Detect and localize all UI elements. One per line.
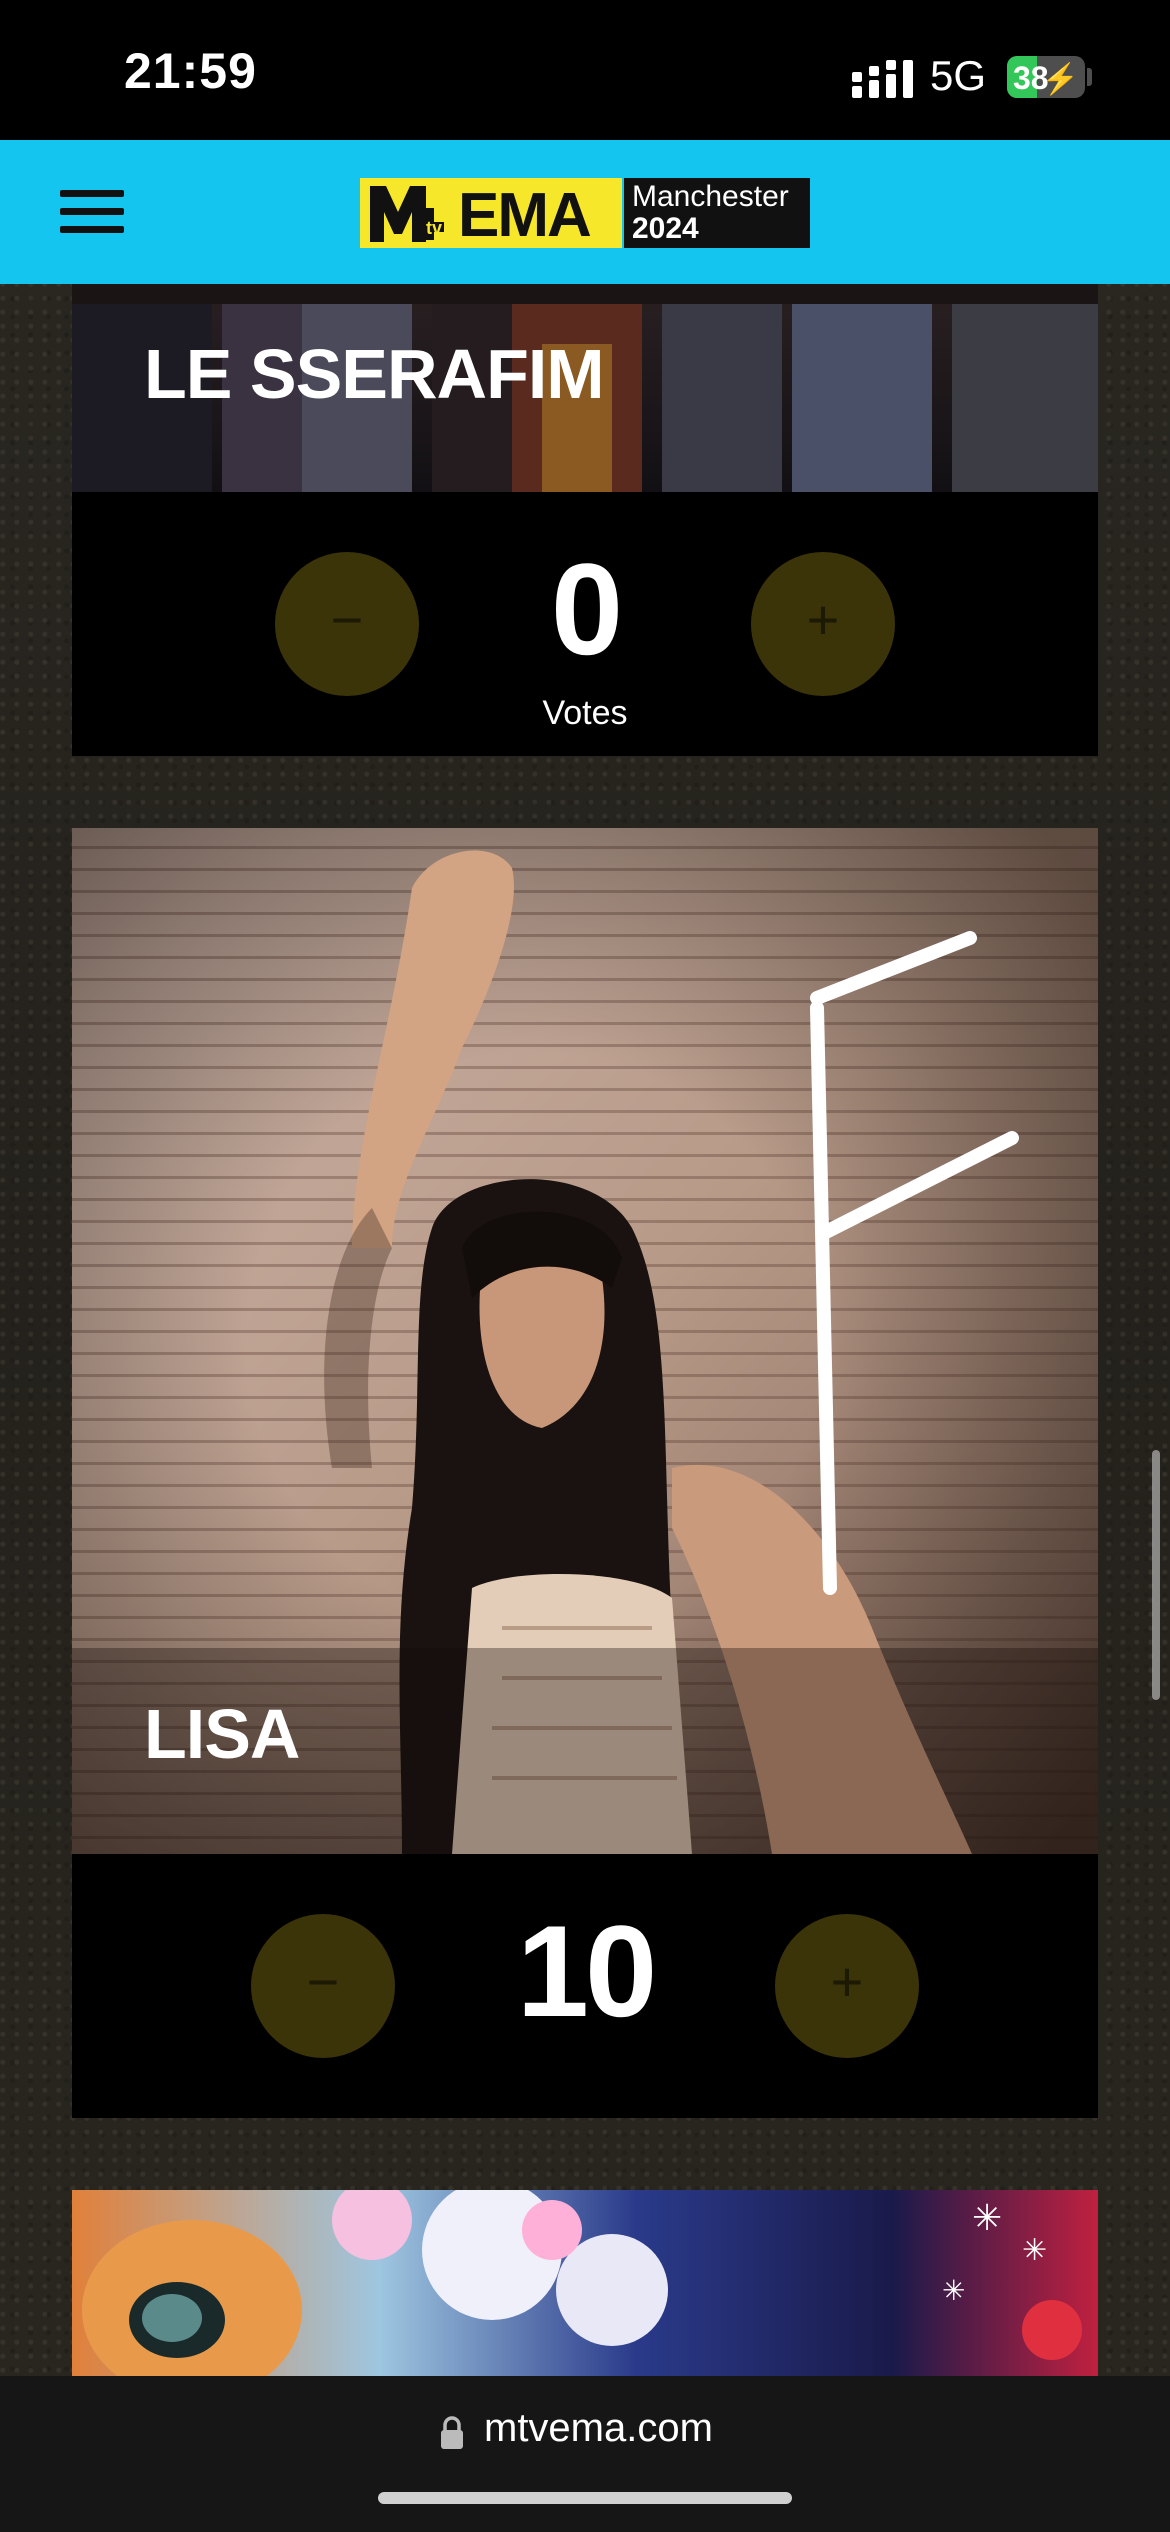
nominee-photo: ✳ ✳ ✳ — [72, 2190, 1098, 2376]
nominee-card: LE SSERAFIM − 0 Votes + — [72, 284, 1098, 756]
nominee-card: LISA − 10 + — [72, 828, 1098, 2118]
vote-panel: − 0 Votes + — [72, 492, 1098, 756]
mtv-m-icon: tv — [370, 186, 444, 242]
logo-ema-text: EMA — [458, 181, 592, 250]
network-label: 5G — [930, 52, 987, 99]
signal-icon — [852, 60, 913, 98]
charging-bolt-icon: ⚡ — [1041, 63, 1079, 96]
menu-bar — [60, 208, 124, 215]
mtv-ema-logo[interactable]: tv EMA Manchester 2024 — [360, 178, 810, 250]
menu-bar — [60, 190, 124, 197]
svg-text:✳: ✳ — [1022, 2233, 1047, 2268]
browser-url-bar[interactable]: mtvema.com — [0, 2376, 1170, 2532]
vote-panel: − 10 + — [72, 1854, 1098, 2118]
voting-page: 21:59 5G 38 ⚡ tv EMA Manchester 2024 LE … — [0, 0, 1170, 2532]
logo-ema-block: tv EMA — [360, 178, 622, 250]
vote-count: 10 — [516, 1898, 658, 2044]
nominee-name: LE SSERAFIM — [144, 335, 605, 413]
battery-cap — [1087, 68, 1092, 86]
svg-text:tv: tv — [426, 218, 442, 238]
battery-indicator: 38 ⚡ — [1007, 56, 1085, 98]
plus-vote-button[interactable]: + — [775, 1914, 919, 2058]
url-text: mtvema.com — [484, 2406, 713, 2450]
status-time: 21:59 — [124, 43, 257, 99]
site-header: tv EMA Manchester 2024 — [0, 140, 1170, 284]
hamburger-menu-icon[interactable] — [56, 180, 128, 244]
nominee-card: ✳ ✳ ✳ — [72, 2190, 1098, 2376]
status-bar: 21:59 5G 38 ⚡ — [0, 0, 1170, 140]
vote-count: 0 — [550, 536, 623, 682]
logo-city: Manchester — [632, 180, 789, 213]
logo-location: Manchester 2024 — [624, 178, 810, 248]
plus-vote-button[interactable]: + — [751, 552, 895, 696]
scrollbar[interactable] — [1152, 1450, 1160, 1700]
plus-icon: + — [806, 588, 840, 651]
plus-icon: + — [830, 1950, 864, 2013]
logo-year: 2024 — [632, 212, 699, 245]
nominee-name: LISA — [144, 1695, 300, 1773]
svg-text:✳: ✳ — [972, 2198, 1002, 2239]
votes-label: Votes — [542, 694, 628, 732]
menu-bar — [60, 226, 124, 233]
lock-icon — [441, 2416, 463, 2449]
svg-text:✳: ✳ — [942, 2274, 965, 2307]
home-indicator[interactable] — [378, 2492, 792, 2504]
